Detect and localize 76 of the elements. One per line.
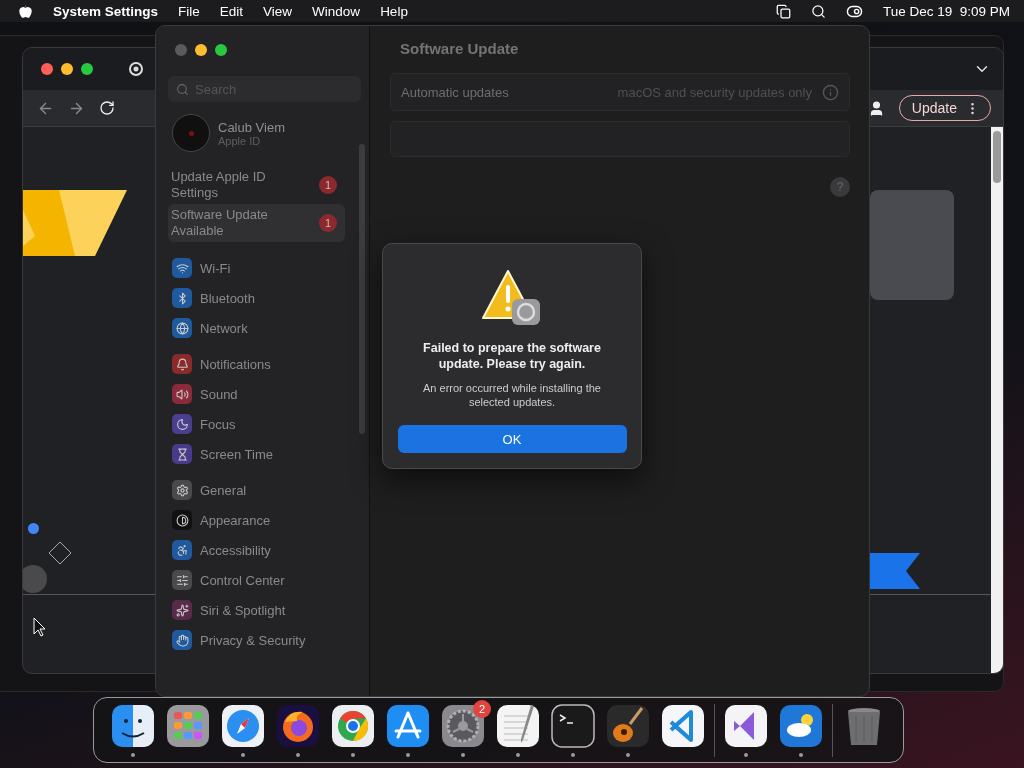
cursor-icon	[33, 617, 47, 637]
scrollbar[interactable]	[359, 144, 365, 434]
cloud-sun-icon[interactable]	[779, 703, 823, 748]
page-title: Software Update	[400, 40, 520, 57]
gear-icon[interactable]	[441, 703, 485, 748]
sidebar-item[interactable]: Network	[168, 318, 359, 338]
menu-clock[interactable]: Tue Dec 19 9:09 PM	[882, 3, 1010, 19]
zoom-button[interactable]	[81, 63, 93, 75]
count-badge: 1	[319, 176, 337, 194]
sidebar-item[interactable]: Appearance	[168, 510, 359, 530]
dialog-title: Failed to prepare the software update. Please try again.	[422, 340, 602, 372]
sidebar-alert-item[interactable]: Software Update Available 1	[168, 204, 345, 242]
tab-logo-icon[interactable]	[129, 62, 143, 76]
menu-item[interactable]: Window	[312, 3, 361, 19]
smiling-face-icon[interactable]	[111, 703, 155, 748]
moon-icon	[172, 414, 192, 434]
row-label: Automatic updates	[401, 84, 509, 100]
menu-item[interactable]: Help	[380, 3, 408, 19]
app-menu[interactable]: System Settings	[53, 3, 159, 19]
notepad-icon[interactable]	[496, 703, 540, 748]
ring-logo-icon[interactable]	[331, 703, 375, 748]
flame-globe-icon[interactable]	[276, 703, 320, 748]
notification-badge: 2	[473, 699, 491, 718]
search-icon	[176, 82, 189, 96]
hourglass-icon	[172, 444, 192, 464]
sidebar-item[interactable]: General	[168, 480, 359, 500]
guitar-icon[interactable]	[606, 703, 650, 748]
sidebar-item[interactable]: Wi-Fi	[168, 258, 359, 278]
code-editor-icon[interactable]	[661, 703, 705, 748]
ribbon-shape	[870, 553, 922, 591]
bluetooth-icon	[172, 288, 192, 308]
app-grid-icon[interactable]	[166, 703, 210, 748]
menu-item[interactable]: Edit	[219, 3, 244, 19]
sidebar-item[interactable]: Accessibility	[168, 540, 359, 560]
sidebar-alert-item[interactable]: Update Apple ID Settings 1	[168, 166, 345, 204]
diamond-icon	[48, 541, 72, 565]
sidebar-item[interactable]: Screen Time	[168, 444, 359, 464]
minimize-button[interactable]	[61, 63, 73, 75]
minimize-button[interactable]	[195, 44, 207, 56]
contrast-icon	[172, 510, 192, 530]
zoom-button[interactable]	[215, 44, 227, 56]
account-subtitle: Apple ID	[218, 134, 262, 147]
alert-label: Update Apple ID Settings	[171, 169, 267, 201]
dialog-message: An error occurred while installing the selected updates.	[422, 381, 602, 409]
sparkle-icon	[172, 600, 192, 620]
sidebar-item[interactable]: Siri & Spotlight	[168, 600, 359, 620]
bell-icon	[172, 354, 192, 374]
globe-icon	[172, 318, 192, 338]
dot-icon	[28, 523, 39, 534]
scrollbar[interactable]	[991, 127, 1003, 673]
hand-icon	[172, 630, 192, 650]
wifi-icon	[172, 258, 192, 278]
windows-icon[interactable]	[775, 3, 791, 19]
reload-icon[interactable]	[99, 100, 115, 116]
sidebar-item[interactable]: Sound	[168, 384, 359, 404]
warning-gear-icon	[481, 268, 543, 326]
account-name: Calub Viem	[218, 119, 285, 135]
terminal-icon[interactable]	[551, 703, 595, 748]
sidebar-item[interactable]: Focus	[168, 414, 359, 434]
sliders-icon	[172, 570, 192, 590]
accessibility-icon	[172, 540, 192, 560]
ok-button[interactable]: OK	[397, 425, 627, 453]
gear-icon	[172, 480, 192, 500]
sidebar-item[interactable]: Control Center	[168, 570, 359, 590]
menu-item[interactable]: View	[263, 3, 293, 19]
speaker-icon	[172, 384, 192, 404]
search-icon[interactable]	[810, 3, 826, 19]
compass-icon[interactable]	[221, 703, 265, 748]
count-badge: 1	[319, 214, 337, 232]
alert-label: Software Update Available	[171, 207, 269, 239]
update-button[interactable]: Update	[898, 95, 991, 121]
sidebar-item[interactable]: Privacy & Security	[168, 630, 359, 650]
menu-item[interactable]: File	[178, 3, 200, 19]
sidebar-item[interactable]: Bluetooth	[168, 288, 359, 308]
sidebar-item[interactable]: Notifications	[168, 354, 359, 374]
close-button[interactable]	[41, 63, 53, 75]
